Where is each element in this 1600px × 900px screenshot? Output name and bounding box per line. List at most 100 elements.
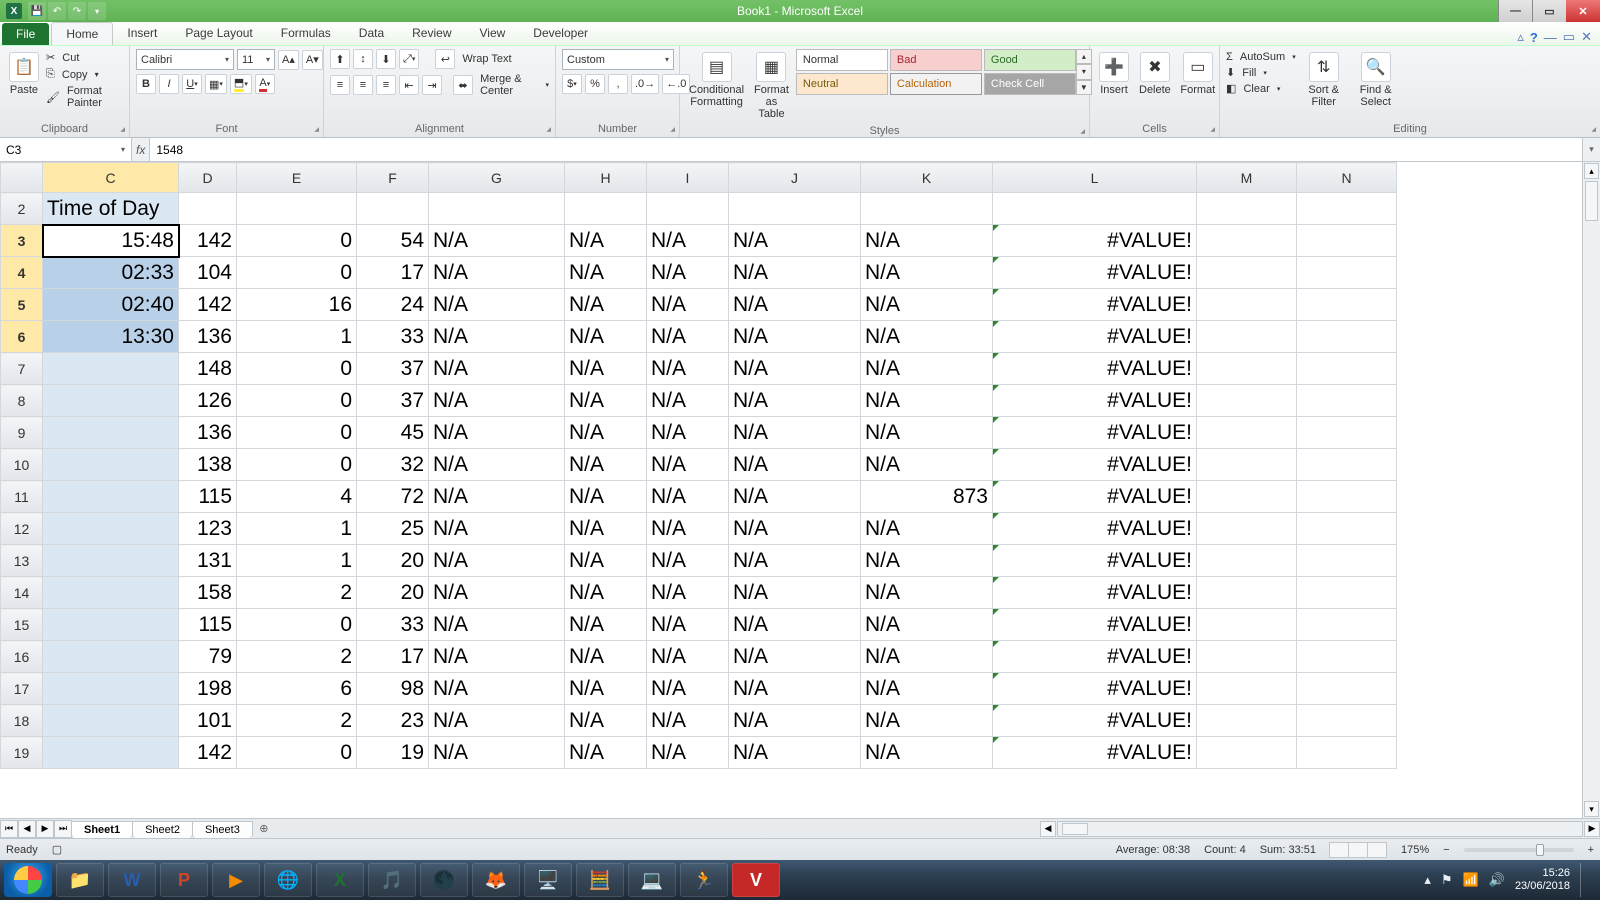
cell-L2[interactable] <box>993 193 1197 225</box>
cell-D12[interactable]: 123 <box>179 513 237 545</box>
row-header[interactable]: 18 <box>1 705 43 737</box>
tab-view[interactable]: View <box>466 22 520 45</box>
cell-L5[interactable]: #VALUE! <box>993 289 1197 321</box>
cell-J6[interactable]: N/A <box>729 321 861 353</box>
cell-G3[interactable]: N/A <box>429 225 565 257</box>
sheet-tab-sheet2[interactable]: Sheet2 <box>132 821 193 838</box>
spreadsheet-grid[interactable]: CDEFGHIJKLMN 2Time of Day315:48142054N/A… <box>0 162 1397 769</box>
taskbar-excel-icon[interactable]: X <box>316 863 364 897</box>
font-size-combo[interactable]: 11▾ <box>237 49 275 70</box>
cell-D5[interactable]: 142 <box>179 289 237 321</box>
cell-C19[interactable] <box>43 737 179 769</box>
cell-E3[interactable]: 0 <box>237 225 357 257</box>
style-calculation[interactable]: Calculation <box>890 73 982 95</box>
cell-N8[interactable] <box>1297 385 1397 417</box>
cell-D16[interactable]: 79 <box>179 641 237 673</box>
cell-I5[interactable]: N/A <box>647 289 729 321</box>
cell-K3[interactable]: N/A <box>861 225 993 257</box>
cell-H4[interactable]: N/A <box>565 257 647 289</box>
cell-K7[interactable]: N/A <box>861 353 993 385</box>
new-sheet-button[interactable]: ⊕ <box>253 822 275 835</box>
cell-G9[interactable]: N/A <box>429 417 565 449</box>
formula-expand-button[interactable]: ▾ <box>1582 138 1600 161</box>
increase-decimal-button[interactable]: .0→ <box>631 74 659 94</box>
start-button[interactable] <box>4 863 52 897</box>
font-name-combo[interactable]: Calibri▾ <box>136 49 234 70</box>
align-center-button[interactable]: ≡ <box>353 75 373 95</box>
format-as-table-button[interactable]: ▦ Format as Table <box>751 49 792 123</box>
row-header[interactable]: 9 <box>1 417 43 449</box>
sheet-tab-sheet1[interactable]: Sheet1 <box>71 821 133 838</box>
cell-I18[interactable]: N/A <box>647 705 729 737</box>
scroll-left-icon[interactable]: ◀ <box>1040 821 1056 837</box>
cell-K16[interactable]: N/A <box>861 641 993 673</box>
cell-L15[interactable]: #VALUE! <box>993 609 1197 641</box>
cell-J7[interactable]: N/A <box>729 353 861 385</box>
cell-H17[interactable]: N/A <box>565 673 647 705</box>
cell-N6[interactable] <box>1297 321 1397 353</box>
taskbar-explorer-icon[interactable]: 📁 <box>56 863 104 897</box>
cell-D10[interactable]: 138 <box>179 449 237 481</box>
mdi-close-icon[interactable]: ✕ <box>1581 29 1592 45</box>
cell-N4[interactable] <box>1297 257 1397 289</box>
fill-button[interactable]: ⬇ Fill ▾ <box>1226 66 1296 79</box>
cell-C2[interactable]: Time of Day <box>43 193 179 225</box>
view-buttons[interactable] <box>1330 842 1387 858</box>
cell-K8[interactable]: N/A <box>861 385 993 417</box>
tray-network-icon[interactable]: 📶 <box>1463 872 1479 888</box>
cell-H15[interactable]: N/A <box>565 609 647 641</box>
window-minimize-button[interactable]: — <box>1498 0 1532 22</box>
help-icon[interactable]: ? <box>1530 30 1538 45</box>
cell-I14[interactable]: N/A <box>647 577 729 609</box>
row-header[interactable]: 4 <box>1 257 43 289</box>
cell-D3[interactable]: 142 <box>179 225 237 257</box>
cell-G19[interactable]: N/A <box>429 737 565 769</box>
cell-F12[interactable]: 25 <box>357 513 429 545</box>
cell-M13[interactable] <box>1197 545 1297 577</box>
cell-J2[interactable] <box>729 193 861 225</box>
cell-K13[interactable]: N/A <box>861 545 993 577</box>
row-header[interactable]: 6 <box>1 321 43 353</box>
cell-E7[interactable]: 0 <box>237 353 357 385</box>
scroll-right-icon[interactable]: ▶ <box>1584 821 1600 837</box>
taskbar-app2-icon[interactable]: 🌑 <box>420 863 468 897</box>
cell-I4[interactable]: N/A <box>647 257 729 289</box>
cell-C13[interactable] <box>43 545 179 577</box>
conditional-formatting-button[interactable]: ▤ Conditional Formatting <box>686 49 747 111</box>
insert-cells-button[interactable]: ➕Insert <box>1096 49 1132 99</box>
cell-N11[interactable] <box>1297 481 1397 513</box>
cell-J4[interactable]: N/A <box>729 257 861 289</box>
taskbar-chrome-icon[interactable]: 🌐 <box>264 863 312 897</box>
cell-I19[interactable]: N/A <box>647 737 729 769</box>
cut-button[interactable]: ✂ Cut <box>46 51 123 64</box>
cell-G5[interactable]: N/A <box>429 289 565 321</box>
column-header-K[interactable]: K <box>861 163 993 193</box>
decrease-font-button[interactable]: A▾ <box>302 50 323 70</box>
tab-data[interactable]: Data <box>345 22 398 45</box>
cell-H18[interactable]: N/A <box>565 705 647 737</box>
cell-F9[interactable]: 45 <box>357 417 429 449</box>
cell-I16[interactable]: N/A <box>647 641 729 673</box>
tray-clock[interactable]: 15:26 23/06/2018 <box>1515 867 1570 892</box>
cell-I11[interactable]: N/A <box>647 481 729 513</box>
underline-button[interactable]: U▾ <box>182 74 202 94</box>
cell-E6[interactable]: 1 <box>237 321 357 353</box>
cell-M10[interactable] <box>1197 449 1297 481</box>
bold-button[interactable]: B <box>136 74 156 94</box>
cell-J15[interactable]: N/A <box>729 609 861 641</box>
cell-J13[interactable]: N/A <box>729 545 861 577</box>
align-middle-button[interactable]: ↕ <box>353 49 373 69</box>
column-header-I[interactable]: I <box>647 163 729 193</box>
row-header[interactable]: 8 <box>1 385 43 417</box>
find-select-button[interactable]: 🔍Find & Select <box>1352 49 1400 111</box>
cell-E16[interactable]: 2 <box>237 641 357 673</box>
align-right-button[interactable]: ≡ <box>376 75 396 95</box>
cell-H11[interactable]: N/A <box>565 481 647 513</box>
cell-K6[interactable]: N/A <box>861 321 993 353</box>
cell-N7[interactable] <box>1297 353 1397 385</box>
cell-L9[interactable]: #VALUE! <box>993 417 1197 449</box>
cell-M4[interactable] <box>1197 257 1297 289</box>
cell-J12[interactable]: N/A <box>729 513 861 545</box>
wrap-text-button[interactable]: ↩ Wrap Text <box>435 49 511 69</box>
cell-D17[interactable]: 198 <box>179 673 237 705</box>
